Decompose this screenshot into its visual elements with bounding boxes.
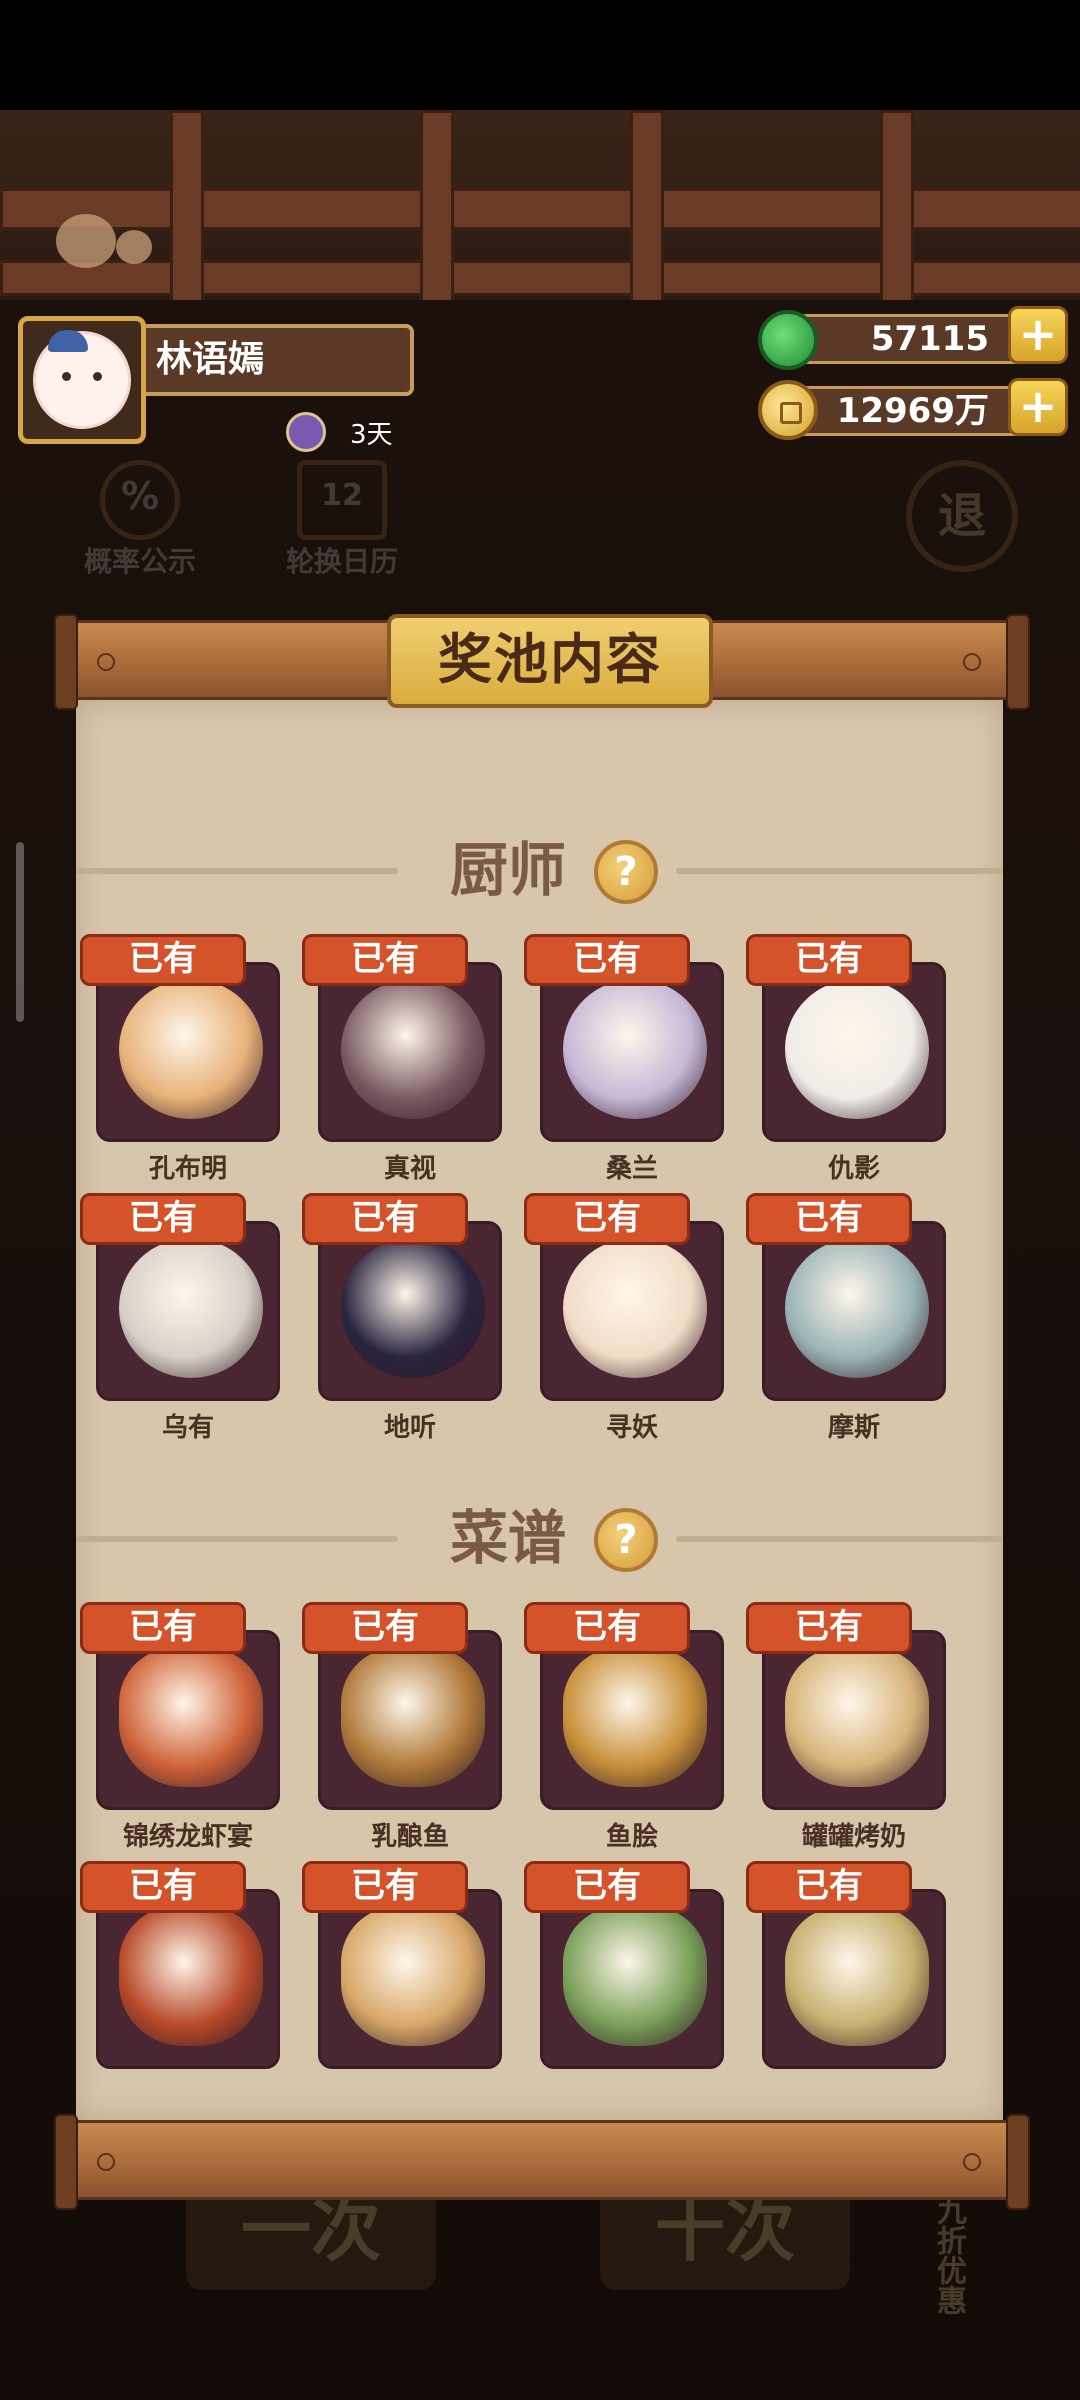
owned-badge: 已有	[524, 1193, 690, 1245]
roof-beams	[0, 110, 1080, 306]
prize-pool-panel[interactable]: 厨师 ? 🔥🔥🔥🔥🔥已有孔布明🔥🔥🔥🔥已有真视🔥🔥🔥🔥已有桑兰🔥🔥🔥🔥已有仇影🔥…	[76, 700, 1003, 2120]
card-name: 锦绣龙虾宴	[122, 1822, 253, 1852]
game-screen: % 概率公示 12 轮换日历 退 一次 十次 九折优惠 林语嫣 3天 57115…	[0, 0, 1080, 2400]
scroll-bottom-rod	[60, 2120, 1018, 2200]
chick-decoration	[116, 230, 152, 264]
player-name: 林语嫣	[146, 324, 414, 396]
recipe-section-header: 菜谱 ?	[76, 1498, 1003, 1578]
jade-icon	[758, 310, 818, 370]
card-frame: 🔥	[540, 1221, 724, 1401]
owned-badge: 已有	[524, 1602, 690, 1654]
chef-portrait	[341, 1238, 485, 1378]
card-frame: 🔥🔥🔥🔥	[540, 962, 724, 1142]
owned-badge: 已有	[80, 1861, 246, 1913]
card-name: 乌有	[161, 1413, 214, 1443]
owned-badge: 已有	[746, 934, 912, 986]
add-jade-button[interactable]: +	[1008, 306, 1068, 364]
card-name: 乳酿鱼	[370, 1822, 449, 1852]
character-days-icon	[286, 412, 326, 452]
chef-portrait	[785, 979, 929, 1119]
owned-badge: 已有	[302, 1861, 468, 1913]
dish-image	[563, 1906, 707, 2046]
owned-badge: 已有	[80, 1193, 246, 1245]
chef-section-header: 厨师 ?	[76, 830, 1003, 910]
card-name: 鱼脍	[605, 1822, 658, 1852]
chick-decoration	[56, 214, 116, 268]
card-name: 罐罐烤奶	[801, 1822, 906, 1852]
divider-line	[676, 868, 1003, 874]
owned-badge: 已有	[746, 1861, 912, 1913]
add-coins-button[interactable]: +	[1008, 378, 1068, 436]
owned-badge: 已有	[302, 1193, 468, 1245]
card-name: 桑兰	[605, 1154, 658, 1184]
recipe-help-button[interactable]: ?	[594, 1508, 658, 1572]
rod-cap	[1006, 614, 1030, 710]
status-bar-area	[0, 0, 1080, 110]
card-frame: 🔥🔥	[96, 1889, 280, 2069]
card-name: 仇影	[827, 1154, 880, 1184]
card-frame: 🔥🔥🔥🔥	[318, 962, 502, 1142]
card-frame: 🔥🔥🔥🔥🔥	[96, 1630, 280, 1810]
card-name: 地听	[383, 1413, 436, 1443]
card-frame: 🔥	[762, 1889, 946, 2069]
card-frame: 🔥🔥	[318, 1221, 502, 1401]
owned-badge: 已有	[80, 934, 246, 986]
chef-section-title: 厨师	[449, 836, 566, 904]
card-frame: 🔥	[540, 1889, 724, 2069]
chef-help-button[interactable]: ?	[594, 840, 658, 904]
owned-badge: 已有	[302, 934, 468, 986]
chef-portrait	[119, 1238, 263, 1378]
dish-image	[785, 1906, 929, 2046]
dish-image	[119, 1906, 263, 2046]
dish-image	[563, 1647, 707, 1787]
card-frame: 🔥🔥🔥🔥🔥	[762, 1221, 946, 1401]
chef-portrait	[119, 979, 263, 1119]
panel-title: 奖池内容	[387, 614, 713, 708]
rod-cap	[54, 2114, 78, 2210]
card-frame: 🔥🔥🔥🔥	[762, 962, 946, 1142]
dish-image	[119, 1647, 263, 1787]
owned-badge: 已有	[524, 934, 690, 986]
days-remaining: 3天	[350, 420, 393, 450]
owned-badge: 已有	[746, 1602, 912, 1654]
card-name: 寻妖	[605, 1413, 658, 1443]
chef-portrait	[563, 979, 707, 1119]
chef-portrait	[341, 979, 485, 1119]
card-frame: 🔥🔥🔥🔥	[318, 1630, 502, 1810]
card-name: 孔布明	[148, 1154, 227, 1184]
owned-badge: 已有	[302, 1602, 468, 1654]
divider-line	[76, 1536, 398, 1542]
dish-image	[341, 1906, 485, 2046]
owned-badge: 已有	[524, 1861, 690, 1913]
recipe-section-title: 菜谱	[449, 1504, 566, 1572]
card-frame: 🔥🔥🔥🔥	[540, 1630, 724, 1810]
card-frame: 🔥🔥🔥🔥🔥	[96, 962, 280, 1142]
side-scrollbar[interactable]	[16, 842, 24, 1022]
card-name: 摩斯	[827, 1413, 880, 1443]
dish-image	[785, 1647, 929, 1787]
divider-line	[676, 1536, 1003, 1542]
chef-portrait	[563, 1238, 707, 1378]
owned-badge: 已有	[80, 1602, 246, 1654]
owned-badge: 已有	[746, 1193, 912, 1245]
coin-icon	[758, 380, 818, 440]
rod-cap	[54, 614, 78, 710]
card-frame: 🔥🔥🔥	[96, 1221, 280, 1401]
card-frame: 🔥🔥	[318, 1889, 502, 2069]
rod-cap	[1006, 2114, 1030, 2210]
divider-line	[76, 868, 398, 874]
chef-portrait	[785, 1238, 929, 1378]
card-frame: 🔥🔥🔥	[762, 1630, 946, 1810]
dish-image	[341, 1647, 485, 1787]
card-name: 真视	[383, 1154, 436, 1184]
